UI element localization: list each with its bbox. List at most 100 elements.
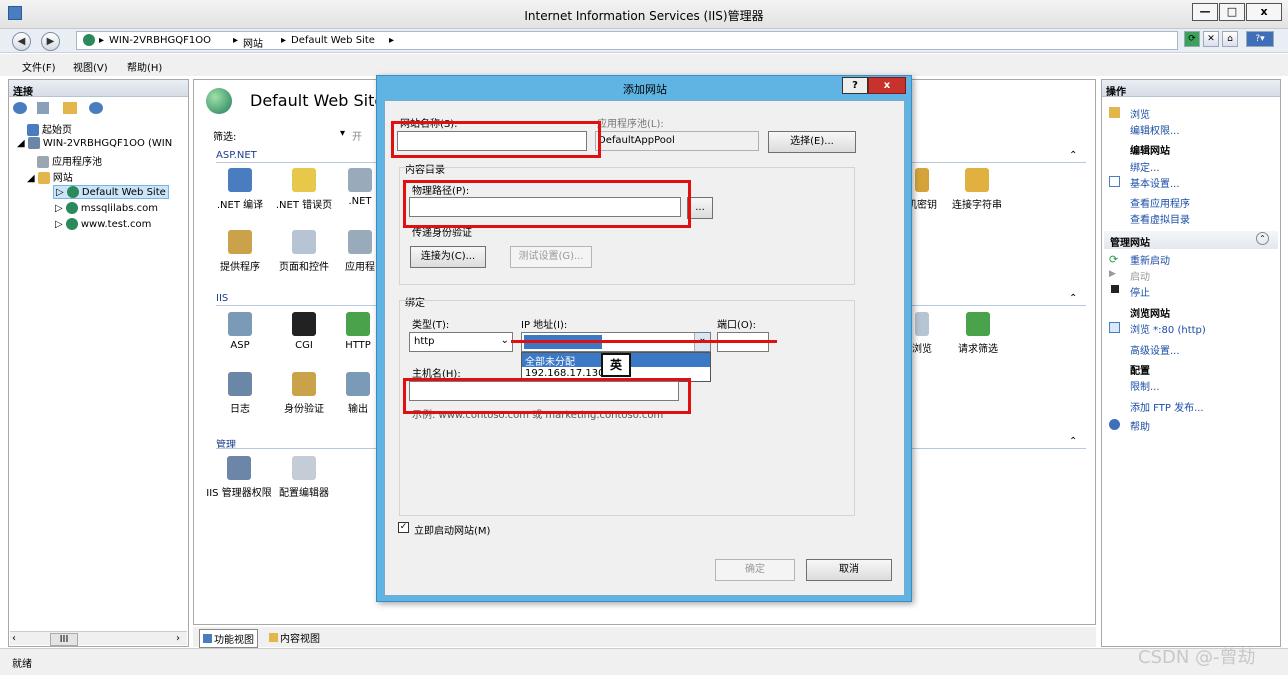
back-button[interactable]: ◀	[12, 32, 31, 51]
expand-icon[interactable]: ▷	[55, 203, 66, 214]
close-button[interactable]: x	[1246, 3, 1282, 21]
horizontal-scrollbar[interactable]: ‹ III ›	[10, 631, 187, 646]
tree-label: www.test.com	[80, 219, 152, 230]
feature-asp[interactable]: ASP	[208, 312, 272, 351]
action-stop[interactable]: 停止	[1130, 284, 1150, 299]
breadcrumb-site[interactable]: Default Web Site	[291, 35, 375, 46]
dialog-close-button[interactable]: x	[868, 77, 906, 94]
refresh-icon[interactable]: ⟳	[1184, 31, 1200, 47]
start-now-checkbox[interactable]: ✓	[398, 522, 409, 533]
tree-sites[interactable]: ◢ 网站	[27, 169, 73, 184]
annotation-ip-strike	[511, 340, 777, 346]
connect-icon[interactable]	[13, 102, 27, 114]
action-view-vdirs[interactable]: 查看虚拟目录	[1130, 211, 1190, 226]
tree-site-test[interactable]: ▷ www.test.com	[55, 218, 151, 230]
feature-connection-strings[interactable]: 连接字符串	[942, 168, 1012, 211]
dialog-help-button[interactable]: ?	[842, 77, 868, 94]
tab-content-view[interactable]: 内容视图	[269, 630, 320, 645]
collapse-icon[interactable]: ⌃	[1069, 150, 1077, 161]
collapse-icon[interactable]: ⌃	[1256, 232, 1269, 245]
stop-icon	[1111, 285, 1119, 293]
expand-icon[interactable]: ▷	[56, 187, 67, 198]
breadcrumb-server[interactable]: WIN-2VRBHGQF1OO	[109, 35, 211, 46]
action-add-ftp[interactable]: 添加 FTP 发布...	[1130, 399, 1204, 414]
feature-label: 应用程	[345, 262, 375, 273]
tab-label: 内容视图	[280, 634, 320, 645]
feature-request-filtering[interactable]: 请求筛选	[946, 312, 1010, 355]
breadcrumb-separator: ▸	[99, 35, 105, 46]
action-limits[interactable]: 限制...	[1130, 378, 1160, 393]
chevron-down-icon: ⌄	[500, 335, 509, 346]
menu-view[interactable]: 视图(V)	[73, 59, 108, 74]
select-app-pool-button[interactable]: 选择(E)...	[768, 131, 856, 153]
tree-app-pools[interactable]: 应用程序池	[37, 153, 102, 168]
feature-label: CGI	[295, 340, 313, 351]
section-configure: 配置	[1130, 366, 1150, 377]
action-view-apps[interactable]: 查看应用程序	[1130, 195, 1190, 210]
feature-label: 输出	[348, 404, 368, 415]
collapse-icon[interactable]: ◢	[27, 173, 38, 184]
breadcrumb[interactable]: ▸ WIN-2VRBHGQF1OO ▸ 网站 ▸ Default Web Sit…	[76, 31, 1178, 50]
collapse-icon[interactable]: ⌃	[1069, 436, 1077, 447]
stop-icon[interactable]: ✕	[1203, 31, 1219, 47]
action-browse-80[interactable]: 浏览 *:80 (http)	[1130, 321, 1206, 336]
menu-help[interactable]: 帮助(H)	[127, 59, 162, 74]
feature-output[interactable]: 输出	[336, 372, 380, 415]
up-folder-icon[interactable]	[63, 102, 77, 114]
filter-go-button[interactable]: 开	[352, 128, 362, 143]
collapse-icon[interactable]: ⌃	[1069, 293, 1077, 304]
action-bindings[interactable]: 绑定...	[1130, 159, 1160, 174]
forward-button[interactable]: ▶	[41, 32, 60, 51]
tree-server[interactable]: ◢ WIN-2VRBHGQF1OO (WIN	[17, 137, 172, 149]
scroll-right-icon[interactable]: ›	[176, 633, 180, 644]
feature-config-editor[interactable]: 配置编辑器	[272, 456, 336, 499]
ok-button[interactable]: 确定	[715, 559, 795, 581]
feature-net-compile[interactable]: .NET 编译	[208, 168, 272, 211]
save-icon[interactable]	[37, 102, 49, 114]
expand-icon[interactable]: ▷	[55, 219, 66, 230]
collapse-icon[interactable]: ◢	[17, 138, 28, 149]
breadcrumb-separator: ▸	[233, 35, 239, 46]
maximize-button[interactable]: □	[1219, 3, 1245, 21]
minimize-button[interactable]: —	[1192, 3, 1218, 21]
key-icon	[915, 168, 929, 192]
feature-iis-mgr-perms[interactable]: IIS 管理器权限	[204, 456, 274, 499]
breadcrumb-separator: ▸	[281, 35, 287, 46]
tree-site-default[interactable]: ▷ Default Web Site	[53, 185, 169, 199]
action-start[interactable]: 启动	[1130, 268, 1150, 283]
tree-start-page[interactable]: 起始页	[27, 121, 72, 136]
status-bar: 就绪 CSDN @-曾劫	[0, 647, 1288, 675]
feature-label: 身份验证	[284, 404, 324, 415]
menu-file[interactable]: 文件(F)	[22, 59, 56, 74]
tab-features-view[interactable]: 功能视图	[199, 629, 258, 648]
connections-header: 连接	[9, 80, 188, 98]
feature-providers[interactable]: 提供程序	[208, 230, 272, 273]
action-advanced-settings[interactable]: 高级设置...	[1130, 342, 1180, 357]
test-settings-button[interactable]: 测试设置(G)...	[510, 246, 592, 268]
feature-net-error-pages[interactable]: .NET 错误页	[272, 168, 336, 211]
connect-as-button[interactable]: 连接为(C)...	[410, 246, 486, 268]
action-basic-settings[interactable]: 基本设置...	[1130, 175, 1180, 190]
scroll-thumb[interactable]: III	[50, 633, 78, 646]
help-icon[interactable]: ?▾	[1246, 31, 1274, 47]
log-icon	[228, 372, 252, 396]
breadcrumb-sites[interactable]: 网站	[243, 35, 263, 50]
feature-label: 请求筛选	[958, 344, 998, 355]
action-help[interactable]: 帮助	[1130, 418, 1150, 433]
feature-cgi[interactable]: CGI	[272, 312, 336, 351]
scroll-left-icon[interactable]: ‹	[12, 633, 16, 644]
disconnect-icon[interactable]	[89, 102, 103, 114]
feature-pages-controls[interactable]: 页面和控件	[272, 230, 336, 273]
filter-dropdown-icon[interactable]: ▾	[340, 128, 345, 139]
type-select[interactable]: http ⌄	[409, 332, 513, 352]
feature-authentication[interactable]: 身份验证	[272, 372, 336, 415]
home-icon[interactable]: ⌂	[1222, 31, 1238, 47]
action-edit-permissions[interactable]: 编辑权限...	[1130, 122, 1180, 137]
action-browse[interactable]: 浏览	[1130, 106, 1150, 121]
cancel-button[interactable]: 取消	[806, 559, 892, 581]
feature-http[interactable]: HTTP	[336, 312, 380, 351]
ip-label: IP 地址(I):	[521, 320, 568, 331]
tree-site-mssqlilabs[interactable]: ▷ mssqlilabs.com	[55, 202, 158, 214]
feature-logging[interactable]: 日志	[208, 372, 272, 415]
action-restart[interactable]: 重新启动	[1130, 252, 1170, 267]
